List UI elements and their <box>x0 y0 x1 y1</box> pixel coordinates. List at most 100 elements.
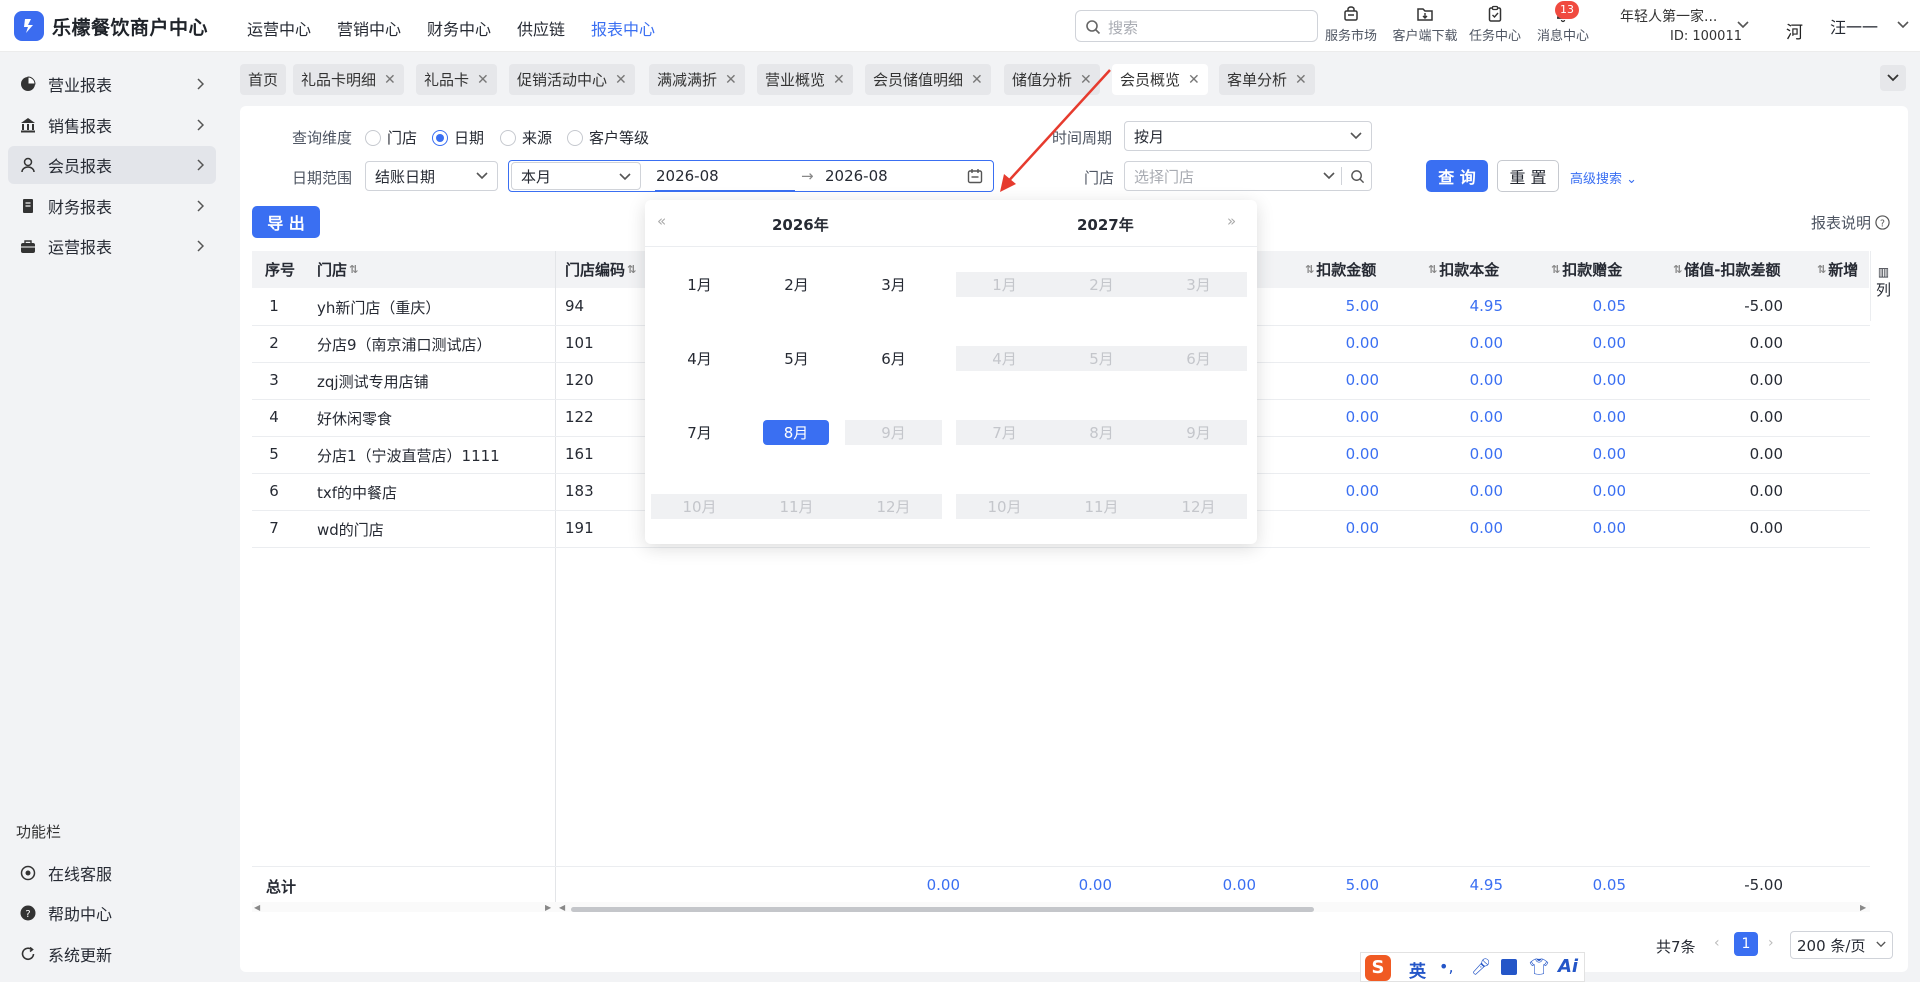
tab-promotion-center[interactable]: 促销活动中心 ✕ <box>509 64 635 95</box>
query-button[interactable]: 查 询 <box>1426 160 1488 192</box>
nav-ops-center[interactable]: 运营中心 <box>247 16 311 40</box>
ime-language-toggle[interactable]: 英 <box>1409 957 1426 982</box>
cell-store: zqj测试专用店铺 <box>317 373 429 391</box>
left-month-cell[interactable]: 6月 <box>845 346 942 371</box>
close-icon[interactable]: ✕ <box>971 72 983 88</box>
radio-source[interactable]: 来源 <box>500 127 552 148</box>
horizontal-scrollbar-thumb[interactable] <box>571 907 1314 912</box>
calendar-icon[interactable] <box>967 168 983 184</box>
search-input[interactable]: 搜索 <box>1075 10 1318 42</box>
ime-logo-icon[interactable]: S <box>1365 955 1391 981</box>
end-month-input[interactable]: 2026-08 <box>825 167 888 185</box>
next-year-icon[interactable]: » <box>1227 212 1236 230</box>
sidebar-item-operation-report[interactable]: 运营报表 <box>8 227 216 265</box>
tab-member-stored-value-detail[interactable]: 会员储值明细 ✕ <box>865 64 991 95</box>
next-page-icon[interactable]: › <box>1768 935 1774 951</box>
store-name[interactable]: 年轻人第一家... <box>1620 6 1717 26</box>
tab-customer-order-analysis[interactable]: 客单分析 ✕ <box>1219 64 1315 95</box>
cell-deduct-principal: 0.00 <box>1469 408 1503 426</box>
store-select[interactable]: 选择门店 <box>1124 161 1372 191</box>
sidebar-item-sales-report[interactable]: 销售报表 <box>8 106 216 144</box>
service-market-button[interactable]: 服务市场 <box>1321 5 1381 44</box>
user-name[interactable]: 汪一一 <box>1830 14 1878 38</box>
tab-list-dropdown[interactable] <box>1880 65 1906 91</box>
col-header-store-code[interactable]: 门店编码 ⇅ <box>565 251 636 288</box>
start-month-input[interactable]: 2026-08 <box>656 167 719 185</box>
tab-gift-card-detail[interactable]: 礼品卡明细 ✕ <box>293 64 404 95</box>
sidebar-item-business-report[interactable]: 营业报表 <box>8 65 216 103</box>
sidebar-item-label: 财务报表 <box>48 198 113 217</box>
report-note-link[interactable]: 报表说明 ? <box>1811 212 1890 233</box>
close-icon[interactable]: ✕ <box>384 72 396 88</box>
radio-date[interactable]: 日期 <box>432 127 484 148</box>
column-settings-toggle[interactable]: ▥ 列 <box>1870 251 1896 321</box>
radio-store[interactable]: 门店 <box>365 127 417 148</box>
sidebar-item-finance-report[interactable]: 财务报表 <box>8 187 216 225</box>
scroll-left-arrow-icon[interactable]: ◀ <box>559 903 565 912</box>
close-icon[interactable]: ✕ <box>1295 72 1307 88</box>
left-month-cell[interactable]: 3月 <box>845 272 942 297</box>
scroll-right-arrow-icon[interactable]: ▶ <box>545 903 551 912</box>
col-header-deduct-bonus[interactable]: ⇅ 扣款赠金 <box>1551 251 1622 288</box>
prev-page-icon[interactable]: ‹ <box>1714 935 1720 951</box>
tab-member-overview[interactable]: 会员概览 ✕ <box>1112 64 1208 95</box>
close-icon[interactable]: ✕ <box>615 72 627 88</box>
client-download-button[interactable]: 客户端下载 <box>1390 5 1460 44</box>
left-month-cell[interactable]: 7月 <box>651 420 748 445</box>
tab-gift-card[interactable]: 礼品卡 ✕ <box>416 64 497 95</box>
left-month-cell[interactable]: 2月 <box>748 272 845 297</box>
col-header-deduct-amount[interactable]: ⇅ 扣款金额 <box>1305 251 1376 288</box>
export-button[interactable]: 导 出 <box>252 206 320 238</box>
task-center-button[interactable]: 任务中心 <box>1465 5 1525 44</box>
cell-store-code: 191 <box>565 519 594 537</box>
page-size-select[interactable]: 200 条/页 <box>1790 931 1893 959</box>
left-month-cell[interactable]: 5月 <box>748 346 845 371</box>
radio-customer-level[interactable]: 客户等级 <box>567 127 649 148</box>
tab-business-overview[interactable]: 营业概览 ✕ <box>757 64 853 95</box>
date-type-select[interactable]: 结账日期 <box>365 161 498 191</box>
col-header-deduct-principal[interactable]: ⇅ 扣款本金 <box>1428 251 1499 288</box>
sidebar-item-system-update[interactable]: 系统更新 <box>8 935 216 973</box>
left-month-cell[interactable]: 8月 <box>763 420 829 445</box>
prev-year-icon[interactable]: « <box>657 212 666 230</box>
cell-index: 4 <box>269 408 279 426</box>
close-icon[interactable]: ✕ <box>1188 72 1200 88</box>
page-1-button[interactable]: 1 <box>1734 932 1758 956</box>
sidebar-item-member-report[interactable]: 会员报表 <box>8 146 216 184</box>
col-header-new[interactable]: ⇅ 新增 <box>1817 251 1869 288</box>
col-header-store[interactable]: 门店 ⇅ <box>317 251 358 288</box>
nav-marketing-center[interactable]: 营销中心 <box>337 16 401 40</box>
left-month-cell[interactable]: 1月 <box>651 272 748 297</box>
date-preset-select[interactable]: 本月 <box>511 162 641 190</box>
cell-deduct-bonus: 0.00 <box>1592 482 1626 500</box>
user-menu-chevron-icon[interactable] <box>1896 20 1910 30</box>
sidebar-item-help-center[interactable]: ? 帮助中心 <box>8 894 216 932</box>
close-icon[interactable]: ✕ <box>833 72 845 88</box>
app-title: 乐檬餐饮商户中心 <box>52 17 209 39</box>
nav-finance-center[interactable]: 财务中心 <box>427 16 491 40</box>
ime-mic-icon[interactable]: 🎤︎ <box>1471 957 1491 976</box>
close-icon[interactable]: ✕ <box>725 72 737 88</box>
period-select[interactable]: 按月 <box>1124 121 1372 151</box>
ime-keyboard-icon[interactable] <box>1501 959 1517 975</box>
scroll-left-arrow-icon[interactable]: ◀ <box>254 903 260 912</box>
col-header-stored-diff[interactable]: ⇅ 储值-扣款差额 <box>1673 251 1780 288</box>
reset-button[interactable]: 重 置 <box>1497 160 1559 192</box>
avatar[interactable]: 河 <box>1786 18 1803 43</box>
ime-punctuation-icon[interactable]: •, <box>1439 957 1454 976</box>
ime-skin-icon[interactable]: 👕︎ <box>1529 957 1549 976</box>
cell-index: 5 <box>269 445 279 463</box>
task-center-label: 任务中心 <box>1468 29 1521 44</box>
tab-home[interactable]: 首页 <box>240 64 287 95</box>
scroll-right-arrow-icon[interactable]: ▶ <box>1860 903 1866 912</box>
nav-supply-chain[interactable]: 供应链 <box>517 16 565 40</box>
store-switch-chevron-icon[interactable] <box>1736 20 1750 30</box>
tab-full-reduction[interactable]: 满减满折 ✕ <box>649 64 745 95</box>
left-month-cell[interactable]: 4月 <box>651 346 748 371</box>
sidebar-item-label: 在线客服 <box>48 865 113 884</box>
close-icon[interactable]: ✕ <box>477 72 489 88</box>
nav-report-center[interactable]: 报表中心 <box>591 16 655 40</box>
advanced-search-link[interactable]: 高级搜索 ⌄ <box>1570 168 1637 187</box>
ime-ai-icon[interactable]: Ai <box>1558 956 1578 977</box>
sidebar-item-online-service[interactable]: 在线客服 <box>8 854 216 892</box>
